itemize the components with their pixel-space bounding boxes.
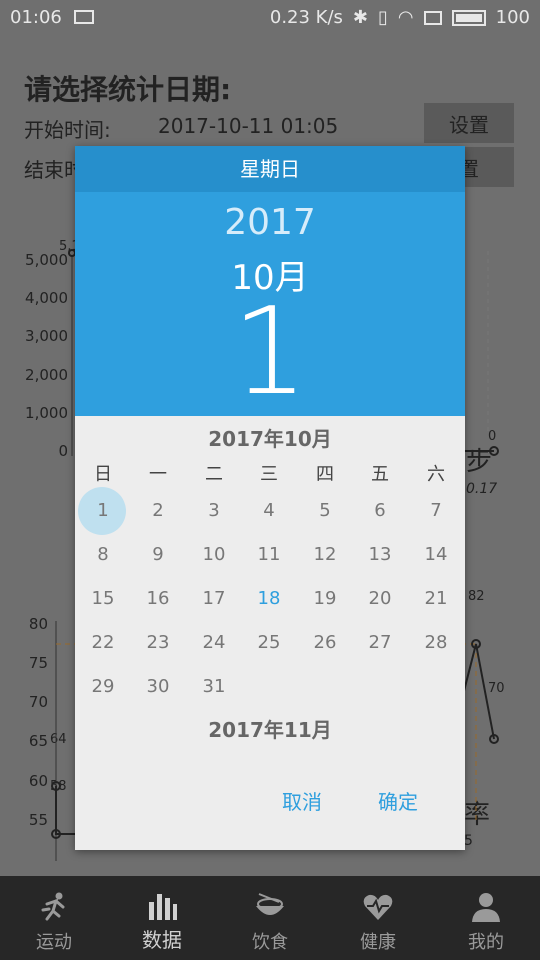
calendar-day[interactable]: 11: [244, 533, 294, 577]
date-picker-dialog: 星期日 2017 10月 1 2017年10月 日 一 二 三 四 五 六 12…: [75, 146, 465, 850]
calendar-day[interactable]: 25: [244, 621, 294, 665]
selected-weekday: 星期日: [75, 146, 465, 192]
calendar-day[interactable]: 8: [78, 533, 128, 577]
ok-button[interactable]: 确定: [378, 786, 418, 815]
calendar-day[interactable]: 22: [78, 621, 128, 665]
calendar-day[interactable]: 12: [300, 533, 350, 577]
selected-year[interactable]: 2017: [75, 202, 465, 243]
nav-item-diet[interactable]: 饮食: [216, 876, 324, 960]
calendar-day[interactable]: 21: [411, 577, 461, 621]
selected-day[interactable]: 1: [75, 288, 465, 418]
battery-icon: [451, 9, 486, 26]
cancel-button[interactable]: 取消: [282, 786, 322, 815]
calendar-day[interactable]: 4: [244, 489, 294, 533]
calendar-day[interactable]: 17: [189, 577, 239, 621]
calendar-day[interactable]: 5: [300, 489, 350, 533]
calendar-day[interactable]: 16: [133, 577, 183, 621]
month-title: 2017年10月: [208, 427, 332, 451]
calendar-day[interactable]: 2: [133, 489, 183, 533]
calendar-day[interactable]: 26: [300, 621, 350, 665]
calendar-day[interactable]: 15: [78, 577, 128, 621]
calendar-day[interactable]: 23: [133, 621, 183, 665]
calendar-day[interactable]: 31: [189, 665, 239, 709]
wifi-icon: ◠: [397, 7, 414, 28]
calendar-day[interactable]: 20: [355, 577, 405, 621]
nav-label: 健康: [360, 932, 396, 953]
calendar-day[interactable]: 6: [355, 489, 405, 533]
calendar-day[interactable]: 9: [133, 533, 183, 577]
bottom-nav: 运动 数据 饮食 健康 我的: [0, 876, 540, 960]
calendar-day[interactable]: 30: [133, 665, 183, 709]
page-title: 请选择统计日期:: [24, 73, 232, 106]
calendar-day[interactable]: 13: [355, 533, 405, 577]
nav-item-sport[interactable]: 运动: [0, 876, 108, 960]
network-speed: 0.23 K/s: [269, 7, 343, 28]
status-time: 01:06: [10, 7, 62, 28]
status-bar: 01:06 0.23 K/s ✱ ▯ ◠ 100: [0, 0, 540, 36]
image-notification-icon: [74, 10, 94, 24]
weekday-header: 三: [260, 464, 278, 485]
weekday-header: 六: [427, 464, 445, 485]
next-month-title: 2017年11月: [208, 718, 332, 742]
nav-item-health[interactable]: 健康: [324, 876, 432, 960]
weekday-header: 日: [94, 464, 112, 485]
calendar-day[interactable]: 1: [78, 489, 128, 533]
bowl-icon: [256, 893, 284, 915]
hr-series-line: [463, 643, 495, 740]
hr-series-line: [55, 786, 75, 835]
nav-label: 我的: [468, 932, 504, 953]
calendar-day[interactable]: 19: [300, 577, 350, 621]
calendar-day[interactable]: 28: [411, 621, 461, 665]
screen-icon: [423, 10, 442, 25]
calendar-day[interactable]: 18: [244, 577, 294, 621]
calendar-day[interactable]: 29: [78, 665, 128, 709]
bluetooth-icon: ✱: [352, 7, 369, 28]
weekday-header: 二: [205, 464, 223, 485]
weekday-header: 四: [316, 464, 334, 485]
weekday-header: 五: [371, 464, 389, 485]
nav-item-me[interactable]: 我的: [432, 876, 540, 960]
heart-icon: [363, 894, 393, 920]
nav-label: 饮食: [252, 932, 288, 953]
run-icon: [41, 892, 65, 921]
nav-item-data[interactable]: 数据: [108, 876, 216, 960]
vibrate-icon: ▯: [378, 7, 388, 28]
date-picker-header: 星期日 2017 10月 1: [75, 146, 465, 418]
start-time-value: 2017-10-11 01:05: [158, 114, 339, 138]
calendar-day[interactable]: 24: [189, 621, 239, 665]
nav-label: 运动: [36, 932, 72, 953]
weekday-header: 一: [149, 464, 167, 485]
calendar-day[interactable]: 3: [189, 489, 239, 533]
calendar-day[interactable]: 7: [411, 489, 461, 533]
nav-label: 数据: [142, 928, 182, 952]
calendar-day[interactable]: 10: [189, 533, 239, 577]
bar-chart-icon: [149, 894, 177, 920]
calendar-day[interactable]: 14: [411, 533, 461, 577]
battery-level: 100: [495, 7, 530, 28]
person-icon: [472, 893, 500, 922]
set-start-button[interactable]: 设置: [424, 103, 514, 143]
calendar-day[interactable]: 27: [355, 621, 405, 665]
start-time-label: 开始时间:: [24, 118, 111, 142]
